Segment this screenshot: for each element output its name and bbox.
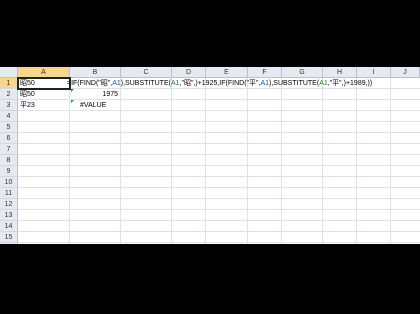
gridline (18, 154, 420, 155)
cell-b2[interactable]: 1975 (70, 90, 118, 100)
column-header-d[interactable]: D (172, 67, 206, 78)
row-header-16[interactable]: 16 (0, 243, 18, 244)
formula-text: ),SUBSTITUTE( (120, 80, 171, 87)
row-header-4[interactable]: 4 (0, 111, 18, 122)
in-cell-formula-editor[interactable]: =IF(FIND("昭",A1),SUBSTITUTE(A1,"昭",)+192… (67, 79, 419, 89)
gridline (18, 176, 420, 177)
formula-ref-a1: A1 (319, 80, 328, 87)
error-indicator-icon (71, 89, 74, 92)
formula-text: ,"昭",)+1925,IF(FIND("平", (179, 80, 261, 87)
row-header-6[interactable]: 6 (0, 133, 18, 144)
row-header-3[interactable]: 3 (0, 100, 18, 111)
gridline (18, 187, 420, 188)
column-header-c[interactable]: C (121, 67, 172, 78)
gridline (18, 209, 420, 210)
column-header-b[interactable]: B (70, 67, 121, 78)
gridline (18, 165, 420, 166)
formula-text: =IF(FIND("昭", (67, 80, 113, 87)
gridline (18, 143, 420, 144)
row-header-14[interactable]: 14 (0, 221, 18, 232)
row-header-7[interactable]: 7 (0, 144, 18, 155)
gridline (18, 220, 420, 221)
formula-ref-a1: A1 (170, 80, 180, 87)
column-header-f[interactable]: F (248, 67, 282, 78)
column-header-e[interactable]: E (206, 67, 248, 78)
formula-ref-a1: A1 (260, 80, 270, 87)
cell-a3[interactable]: 平23 (20, 101, 68, 111)
gridline (18, 121, 420, 122)
row-header-9[interactable]: 9 (0, 166, 18, 177)
error-indicator-icon (71, 100, 74, 103)
formula-text: ,"平",)+1989,)) (327, 80, 373, 87)
column-header-i[interactable]: I (357, 67, 391, 78)
select-all-corner[interactable] (0, 67, 18, 78)
row-header-12[interactable]: 12 (0, 199, 18, 210)
formula-text: ),SUBSTITUTE( (269, 80, 320, 87)
cell-b3[interactable]: #VALUE (80, 101, 120, 111)
gridline (18, 110, 420, 111)
formula-ref-a1: A1 (112, 80, 121, 87)
row-header-10[interactable]: 10 (0, 177, 18, 188)
spreadsheet-grid[interactable]: A B C D E F G H I J 1 2 3 4 5 6 7 8 9 10… (0, 67, 420, 244)
active-cell-selection (17, 77, 71, 90)
gridline (18, 198, 420, 199)
column-header-h[interactable]: H (323, 67, 357, 78)
gridline (18, 132, 420, 133)
gridline (18, 231, 420, 232)
row-header-2[interactable]: 2 (0, 89, 18, 100)
row-header-5[interactable]: 5 (0, 122, 18, 133)
row-header-1[interactable]: 1 (0, 78, 18, 89)
row-header-15[interactable]: 15 (0, 232, 18, 243)
gridline (18, 242, 420, 243)
row-header-13[interactable]: 13 (0, 210, 18, 221)
row-header-8[interactable]: 8 (0, 155, 18, 166)
column-header-j[interactable]: J (391, 67, 420, 78)
cell-a2[interactable]: 昭50 (20, 90, 68, 100)
row-header-11[interactable]: 11 (0, 188, 18, 199)
column-header-g[interactable]: G (282, 67, 323, 78)
